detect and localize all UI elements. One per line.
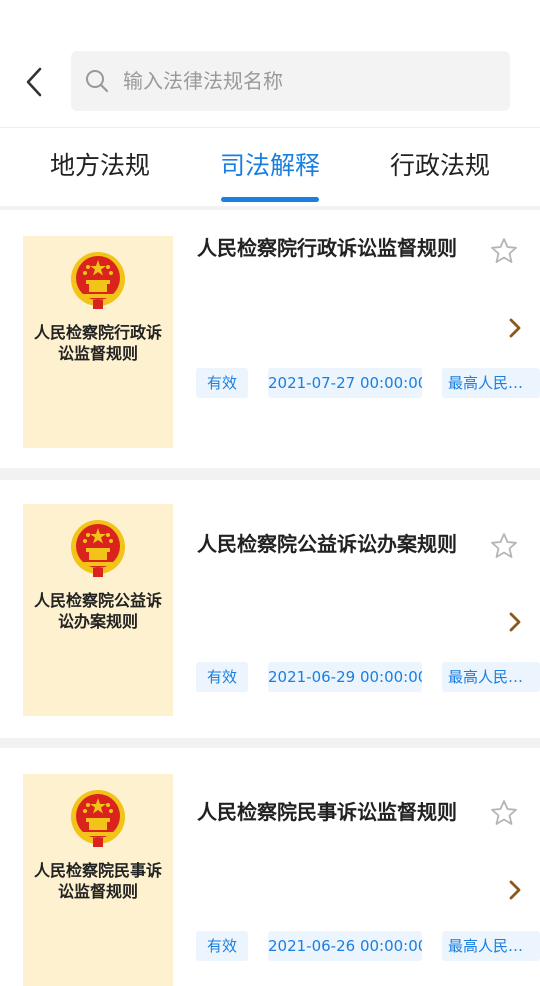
search-box[interactable]	[71, 51, 510, 111]
national-emblem-icon	[71, 790, 125, 847]
search-input[interactable]	[123, 51, 493, 111]
status-badge: 有效	[196, 368, 248, 398]
date-badge: 2021-07-27 00:00:00	[268, 368, 422, 398]
tab-local-regulations[interactable]: 地方法规	[50, 146, 150, 182]
chevron-right-icon[interactable]	[507, 317, 523, 339]
list-item[interactable]: 人民检察院行政诉讼监督规则 人民检察院行政诉讼监督规则 有效 2021-07-2…	[0, 210, 540, 468]
tab-administrative-regulations[interactable]: 行政法规	[390, 146, 490, 182]
status-badge: 有效	[196, 662, 248, 692]
chevron-right-icon[interactable]	[507, 879, 523, 901]
issuer-badge: 最高人民…	[442, 662, 540, 692]
document-title[interactable]: 人民检察院民事诉讼监督规则	[197, 800, 459, 824]
star-outline-icon[interactable]	[490, 799, 518, 827]
search-icon	[86, 70, 109, 93]
tab-judicial-interpretation[interactable]: 司法解释	[220, 146, 320, 182]
national-emblem-icon	[71, 520, 125, 577]
tab-active-indicator	[221, 197, 319, 202]
document-title[interactable]: 人民检察院公益诉讼办案规则	[197, 532, 459, 556]
issuer-badge: 最高人民…	[442, 931, 540, 961]
cover-title: 人民检察院行政诉讼监督规则	[33, 323, 162, 363]
list-item[interactable]: 人民检察院公益诉讼办案规则 人民检察院公益诉讼办案规则 有效 2021-06-2…	[0, 480, 540, 738]
chevron-left-icon	[26, 67, 42, 97]
star-outline-icon[interactable]	[490, 237, 518, 265]
date-badge: 2021-06-29 00:00:00	[268, 662, 422, 692]
document-title[interactable]: 人民检察院行政诉讼监督规则	[197, 236, 459, 260]
status-badge: 有效	[196, 931, 248, 961]
divider	[0, 738, 540, 748]
back-button[interactable]	[14, 62, 54, 102]
divider	[0, 468, 540, 480]
document-cover: 人民检察院民事诉讼监督规则	[23, 774, 173, 986]
national-emblem-icon	[71, 252, 125, 309]
star-outline-icon[interactable]	[490, 532, 518, 560]
date-badge: 2021-06-26 00:00:00	[268, 931, 422, 961]
cover-title: 人民检察院民事诉讼监督规则	[33, 861, 162, 901]
header	[0, 0, 540, 128]
chevron-right-icon[interactable]	[507, 611, 523, 633]
document-cover: 人民检察院行政诉讼监督规则	[23, 236, 173, 448]
issuer-badge: 最高人民…	[442, 368, 540, 398]
list-item[interactable]: 人民检察院民事诉讼监督规则 人民检察院民事诉讼监督规则 有效 2021-06-2…	[0, 748, 540, 986]
tab-bar: 地方法规 司法解释 行政法规	[0, 128, 540, 206]
document-cover: 人民检察院公益诉讼办案规则	[23, 504, 173, 716]
cover-title: 人民检察院公益诉讼办案规则	[33, 591, 162, 631]
